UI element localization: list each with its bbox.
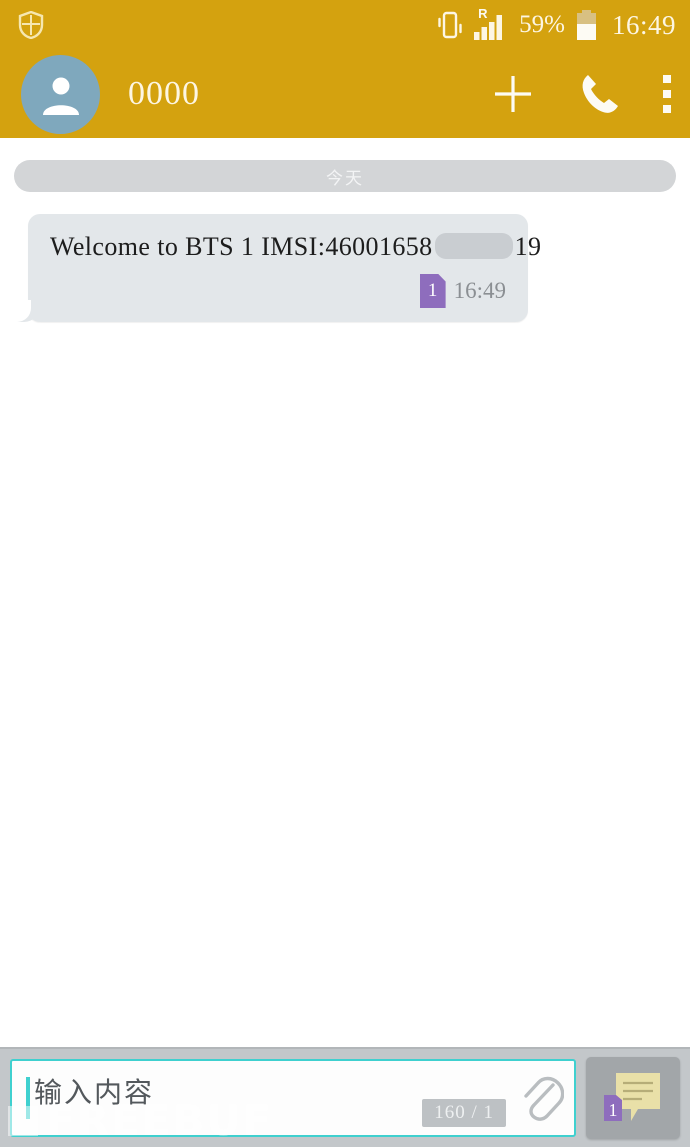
more-vertical-icon <box>663 75 671 113</box>
signal-bars-icon: R <box>474 7 508 41</box>
phone-call-icon <box>582 75 618 113</box>
message-thread[interactable]: 今天 Welcome to BTS 1 IMSI:46001658 19 1 16… <box>0 138 690 1047</box>
overflow-menu-button[interactable] <box>662 74 672 114</box>
sms-conversation-screen: R 59% 16:49 0000 今天 Welcome to BTS 1 IMS… <box>0 0 690 1147</box>
redaction-blur <box>434 233 513 259</box>
message-input-placeholder: 输入内容 <box>34 1076 155 1109</box>
status-bar-clock: 16:49 <box>611 9 676 40</box>
incoming-message-bubble[interactable]: Welcome to BTS 1 IMSI:46001658 19 1 16:49 <box>15 214 541 322</box>
page-title: 0000 <box>128 75 200 112</box>
date-divider-label: 今天 <box>326 168 364 189</box>
status-bar-left-icons <box>18 11 44 39</box>
plus-icon <box>495 76 531 112</box>
character-counter: 160 / 1 <box>422 1099 506 1127</box>
vibrate-icon <box>437 9 463 41</box>
message-text-visible-suffix: 19 <box>514 232 542 261</box>
sim-slot-number: 1 <box>427 280 438 301</box>
send-button[interactable]: 1 <box>586 1057 680 1139</box>
message-text: Welcome to BTS 1 IMSI:46001658 19 <box>50 232 541 262</box>
message-meta: 1 16:49 <box>50 274 506 308</box>
avatar[interactable] <box>21 54 100 134</box>
action-bar-buttons <box>490 71 672 117</box>
svg-text:1: 1 <box>609 1100 618 1120</box>
call-button[interactable] <box>576 71 622 117</box>
status-bar: R 59% 16:49 <box>0 0 690 50</box>
text-caret <box>26 1077 30 1119</box>
message-input-wrapper[interactable]: 输入内容 160 / 1 <box>10 1059 576 1137</box>
paperclip-icon <box>524 1076 564 1121</box>
shield-icon <box>18 11 44 39</box>
date-divider: 今天 <box>14 160 676 192</box>
add-contact-button[interactable] <box>490 71 536 117</box>
send-sms-sim1-icon: 1 <box>604 1073 660 1121</box>
status-bar-right-icons: R 59% 16:49 <box>437 7 676 41</box>
action-bar: 0000 <box>0 50 690 138</box>
sim-slot-badge: 1 <box>419 274 446 308</box>
attach-button[interactable] <box>520 1072 564 1124</box>
battery-icon <box>576 9 597 41</box>
composer-bar: 输入内容 160 / 1 1 FREEBUF <box>0 1047 690 1147</box>
message-row: Welcome to BTS 1 IMSI:46001658 19 1 16:49 <box>0 192 690 322</box>
contact-avatar-icon <box>42 77 79 115</box>
battery-percent-label: 59% <box>519 11 565 38</box>
message-timestamp: 16:49 <box>453 278 506 303</box>
message-text-visible-prefix: Welcome to BTS 1 IMSI:46001658 <box>50 232 433 261</box>
